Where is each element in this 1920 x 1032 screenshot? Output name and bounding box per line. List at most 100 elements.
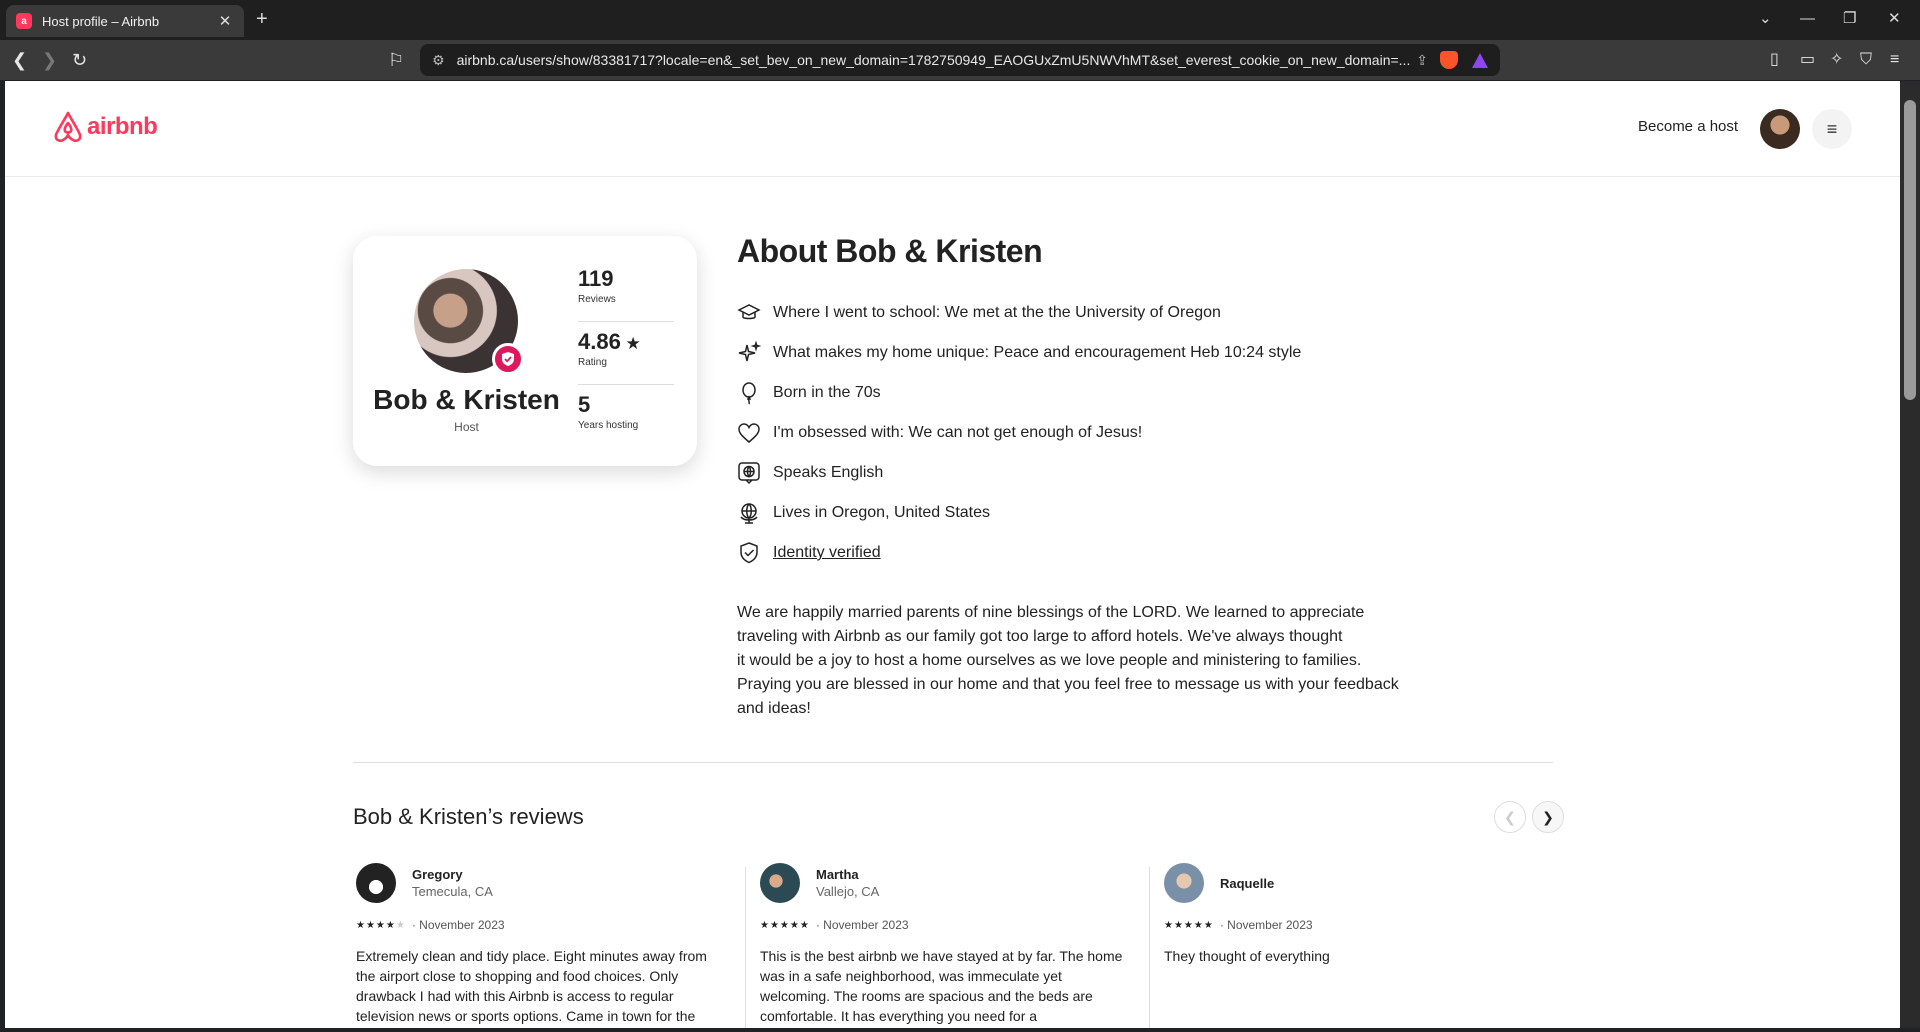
bio-line: and ideas! bbox=[737, 700, 811, 717]
fact-text: Speaks English bbox=[773, 464, 884, 481]
globe-icon bbox=[737, 501, 761, 525]
stat-divider bbox=[578, 321, 674, 322]
stat-label: Rating bbox=[578, 357, 607, 368]
browser-menu-icon[interactable]: ≡ bbox=[1890, 50, 1899, 70]
stat-reviews: 119 Reviews bbox=[578, 266, 674, 305]
tab-list-icon[interactable]: ⌄ bbox=[1759, 9, 1772, 29]
leo-ai-icon[interactable]: ✧ bbox=[1830, 50, 1843, 70]
fact-text: Lives in Oregon, United States bbox=[773, 504, 991, 521]
reviews-prev-button[interactable]: ❮ bbox=[1494, 801, 1526, 833]
stat-rating: 4.86 ★ Rating bbox=[578, 329, 674, 368]
brave-rewards-icon[interactable] bbox=[1472, 52, 1488, 68]
web-page: airbnb Become a host ≡ Bob & Kristen Hos… bbox=[5, 81, 1900, 1028]
bio-line: We are happily married parents of nine b… bbox=[737, 604, 1365, 621]
review-text: This is the best airbnb we have stayed a… bbox=[760, 948, 1123, 1024]
reviewer-name: Raquelle bbox=[1220, 875, 1275, 891]
restore-icon[interactable]: ❐ bbox=[1843, 9, 1856, 29]
stat-value: 119 bbox=[578, 266, 614, 291]
fact-language: Speaks English bbox=[737, 453, 1301, 493]
sparkles-icon bbox=[737, 341, 761, 365]
review-card: Martha Vallejo, CA ★★★★★ · November 2023… bbox=[760, 862, 1140, 1026]
url-text[interactable]: airbnb.ca/users/show/83381717?locale=en&… bbox=[457, 52, 1417, 68]
about-facts: Where I went to school: We met at the th… bbox=[737, 293, 1301, 573]
wallet-icon[interactable]: ▭ bbox=[1800, 50, 1815, 70]
scrollbar-thumb[interactable] bbox=[1904, 100, 1916, 400]
fact-home-unique: What makes my home unique: Peace and enc… bbox=[737, 333, 1301, 373]
vpn-icon[interactable]: ⛉ bbox=[1860, 50, 1872, 70]
shield-check-icon bbox=[737, 541, 761, 565]
reviews-title: Bob & Kristen’s reviews bbox=[353, 804, 584, 829]
fact-school: Where I went to school: We met at the th… bbox=[737, 293, 1301, 333]
browser-tab-bar: a Host profile – Airbnb ✕ + ⌄ — ❐ ✕ bbox=[0, 0, 1920, 40]
sidebar-icon[interactable]: ▯ bbox=[1770, 50, 1779, 70]
fact-identity: Identity verified bbox=[737, 533, 1301, 573]
rating-stars: ★★★★★ bbox=[760, 919, 810, 931]
reviewer-name: Gregory bbox=[412, 867, 463, 882]
review-card: Raquelle ★★★★★ · November 2023 They thou… bbox=[1164, 862, 1544, 966]
review-date: November 2023 bbox=[419, 918, 505, 932]
language-icon bbox=[737, 461, 761, 485]
hamburger-menu-icon[interactable]: ≡ bbox=[1812, 109, 1852, 149]
rating-stars: ★★★★★ bbox=[1164, 919, 1214, 931]
site-header: airbnb Become a host ≡ bbox=[5, 81, 1900, 177]
meta-dot: · bbox=[1219, 918, 1228, 932]
address-bar[interactable]: ⚙ airbnb.ca/users/show/83381717?locale=e… bbox=[420, 44, 1500, 76]
reviewer-name: Martha bbox=[816, 867, 859, 882]
host-name: Bob & Kristen bbox=[373, 384, 560, 415]
host-bio: We are happily married parents of nine b… bbox=[737, 601, 1437, 721]
bio-line: traveling with Airbnb as our family got … bbox=[737, 628, 1343, 645]
bookmark-icon[interactable]: ⚐ bbox=[388, 49, 404, 71]
forward-icon[interactable]: ❯ bbox=[42, 49, 57, 71]
reviewer-avatar[interactable] bbox=[356, 863, 396, 903]
fact-text: I'm obsessed with: We can not get enough… bbox=[773, 424, 1143, 441]
airbnb-logo-icon bbox=[54, 111, 82, 143]
reviewer-avatar[interactable] bbox=[1164, 863, 1204, 903]
browser-tab[interactable]: a Host profile – Airbnb ✕ bbox=[6, 5, 244, 37]
back-icon[interactable]: ❮ bbox=[12, 49, 27, 71]
fact-text: What makes my home unique: Peace and enc… bbox=[773, 344, 1302, 361]
review-text: They thought of everything bbox=[1164, 948, 1330, 964]
balloon-icon bbox=[737, 381, 761, 405]
fact-text: Where I went to school: We met at the th… bbox=[773, 304, 1221, 321]
site-settings-icon[interactable]: ⚙ bbox=[432, 52, 445, 69]
minimize-icon[interactable]: — bbox=[1800, 9, 1815, 29]
reviews-next-button[interactable]: ❯ bbox=[1532, 801, 1564, 833]
bio-line: it would be a joy to host a home ourselv… bbox=[737, 652, 1362, 669]
fact-lives: Lives in Oregon, United States bbox=[737, 493, 1301, 533]
meta-dot: · bbox=[411, 918, 420, 932]
stat-divider bbox=[578, 384, 674, 385]
reviewer-location: Vallejo, CA bbox=[816, 884, 880, 899]
review-separator bbox=[745, 867, 746, 1028]
stat-value: 5 bbox=[578, 392, 591, 417]
tab-close-icon[interactable]: ✕ bbox=[216, 12, 234, 30]
reviewer-avatar[interactable] bbox=[760, 863, 800, 903]
user-avatar[interactable] bbox=[1760, 109, 1800, 149]
fact-text: Born in the 70s bbox=[773, 384, 881, 401]
host-role: Host bbox=[454, 420, 479, 434]
airbnb-favicon-icon: a bbox=[16, 13, 32, 29]
airbnb-logo[interactable]: airbnb bbox=[53, 111, 158, 143]
stat-years: 5 Years hosting bbox=[578, 392, 674, 431]
brave-shields-icon[interactable] bbox=[1440, 51, 1458, 69]
fact-born: Born in the 70s bbox=[737, 373, 1301, 413]
logo-text: airbnb bbox=[87, 113, 158, 140]
fact-obsessed: I'm obsessed with: We can not get enough… bbox=[737, 413, 1301, 453]
heart-icon bbox=[737, 421, 761, 445]
review-date: November 2023 bbox=[1227, 918, 1313, 932]
bio-line: Praying you are blessed in our home and … bbox=[737, 676, 1399, 693]
reload-icon[interactable]: ↻ bbox=[72, 49, 87, 71]
stat-value: 4.86 ★ bbox=[578, 329, 641, 354]
review-date: November 2023 bbox=[823, 918, 909, 932]
verified-badge-icon bbox=[492, 343, 524, 375]
close-window-icon[interactable]: ✕ bbox=[1888, 9, 1901, 29]
browser-toolbar: ❮ ❯ ↻ ⚐ ⚙ airbnb.ca/users/show/83381717?… bbox=[0, 40, 1920, 80]
share-icon[interactable]: ⇪ bbox=[1416, 52, 1428, 69]
new-tab-icon[interactable]: + bbox=[256, 9, 268, 29]
about-title: About Bob & Kristen bbox=[737, 233, 1043, 269]
become-host-link[interactable]: Become a host bbox=[1638, 118, 1738, 135]
identity-verified-link[interactable]: Identity verified bbox=[773, 544, 881, 562]
tab-title: Host profile – Airbnb bbox=[42, 13, 160, 29]
stat-label: Reviews bbox=[578, 294, 616, 305]
review-card: Gregory Temecula, CA ★★★★★ · November 20… bbox=[356, 862, 736, 1026]
meta-dot: · bbox=[815, 918, 824, 932]
